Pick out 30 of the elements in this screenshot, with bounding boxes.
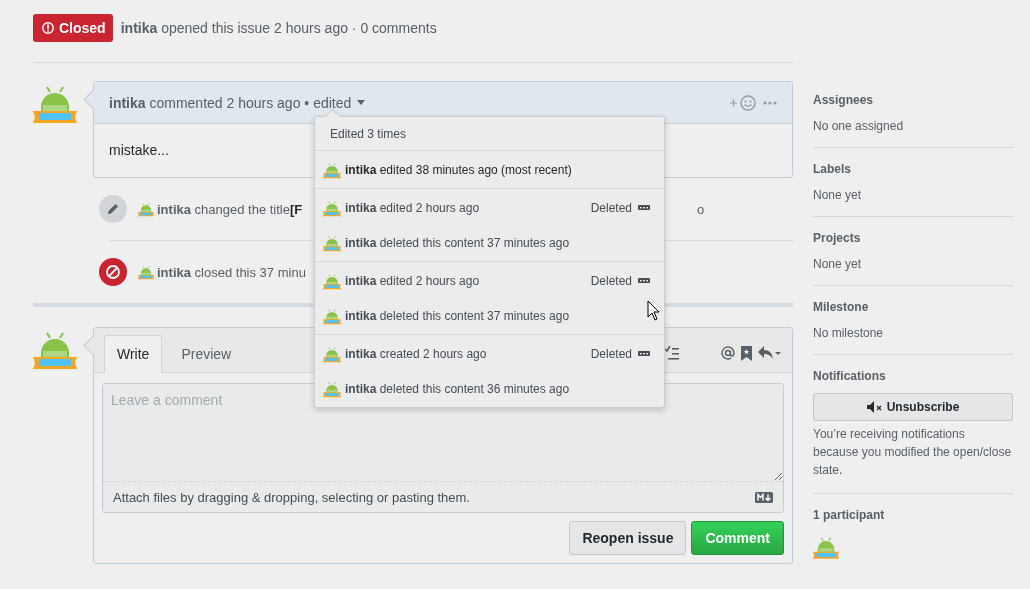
history-text: intika edited 2 hours ago: [345, 200, 480, 215]
notification-reason: You’re receiving notifications because you modified the open/close state.: [813, 426, 1013, 479]
issue-meta: intika opened this issue 2 hours ago · 0 comments: [120, 20, 437, 36]
attach-hint: Attach files by dragging & dropping, selecting or pasting them.: [113, 489, 470, 505]
section-title: Labels: [813, 162, 852, 176]
comment-meta: intika commented 2 hours ago • edited: [109, 94, 352, 111]
section-value: None yet: [813, 257, 863, 271]
history-text: intika deleted this content 36 minutes ago: [345, 381, 570, 396]
event-text: intika changed the title[F: [157, 201, 303, 217]
history-text: intika created 2 hours ago: [345, 346, 487, 361]
history-text: intika deleted this content 37 minutes ago: [345, 235, 570, 250]
event-text: o: [697, 201, 705, 217]
history-text: intika deleted this content 37 minutes ago: [345, 308, 570, 323]
section-title: 1 participant: [813, 508, 886, 522]
section-value: None yet: [813, 188, 863, 202]
deleted-label: Deleted: [590, 273, 632, 288]
section-title: Projects: [813, 231, 862, 245]
section-title: Milestone: [813, 300, 870, 314]
history-text: intika edited 38 minutes ago (most recent): [345, 162, 572, 177]
state-badge: Closed: [33, 14, 113, 42]
section-title: Assignees: [813, 93, 875, 107]
section-value: No one assigned: [813, 119, 905, 133]
history-text: intika edited 2 hours ago: [345, 273, 480, 288]
section-value: No milestone: [813, 326, 885, 340]
deleted-label: Deleted: [590, 200, 632, 215]
deleted-label: Deleted: [590, 346, 632, 361]
menu-title: Edited 3 times: [330, 126, 407, 141]
section-title: Notifications: [813, 369, 887, 383]
comment-body: mistake...: [109, 142, 169, 158]
event-text: intika closed this 37 minu: [157, 264, 306, 280]
